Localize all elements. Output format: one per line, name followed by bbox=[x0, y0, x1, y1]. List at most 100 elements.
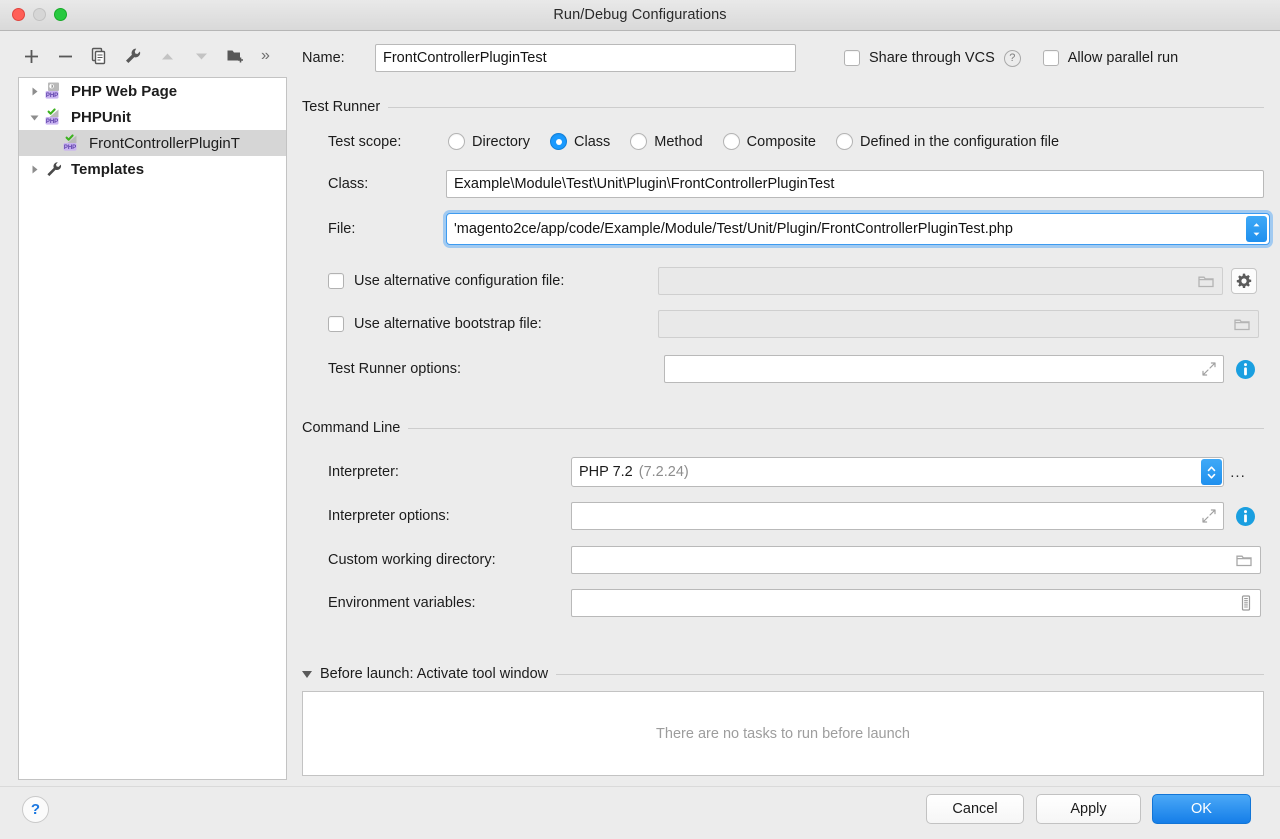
tree-item-label: PHPUnit bbox=[71, 109, 131, 126]
window-title: Run/Debug Configurations bbox=[0, 7, 1280, 23]
alt-config-row: Use alternative configuration file: bbox=[328, 267, 1278, 295]
test-runner-options-input[interactable] bbox=[664, 355, 1224, 383]
test-runner-options-row: Test Runner options: bbox=[328, 355, 1278, 383]
interpreter-options-input[interactable] bbox=[571, 502, 1224, 530]
radio-test-scope-class[interactable]: Class bbox=[550, 133, 610, 150]
interpreter-stepper-button[interactable] bbox=[1201, 459, 1222, 485]
test-runner-options-label: Test Runner options: bbox=[328, 361, 664, 377]
file-row: File: 'magento2ce/app/code/Example/Modul… bbox=[328, 213, 1278, 245]
name-label: Name: bbox=[302, 50, 375, 66]
chevron-down-icon[interactable] bbox=[302, 671, 312, 678]
copy-configuration-button[interactable] bbox=[82, 41, 116, 71]
radio-label: Composite bbox=[747, 134, 816, 150]
radio-button[interactable] bbox=[723, 133, 740, 150]
chevron-down-icon[interactable] bbox=[25, 108, 43, 126]
expand-editor-icon[interactable] bbox=[1202, 362, 1216, 376]
chevron-right-icon[interactable] bbox=[25, 82, 43, 100]
environment-list-icon[interactable] bbox=[1239, 595, 1253, 611]
radio-button[interactable] bbox=[550, 133, 567, 150]
chevron-right-icon[interactable] bbox=[25, 160, 43, 178]
test-scope-row: Test scope: Directory Class Method Compo… bbox=[328, 133, 1278, 150]
radio-test-scope-composite[interactable]: Composite bbox=[723, 133, 816, 150]
before-launch-header[interactable]: Before launch: Activate tool window bbox=[302, 666, 1264, 682]
test-scope-label: Test scope: bbox=[328, 134, 448, 150]
add-configuration-button[interactable] bbox=[14, 41, 48, 71]
tree-item-templates[interactable]: Templates bbox=[19, 156, 286, 182]
svg-text:PHP: PHP bbox=[46, 93, 58, 99]
interpreter-options-row: Interpreter options: bbox=[328, 502, 1278, 530]
minimize-button[interactable] bbox=[33, 8, 46, 21]
svg-text:PHP: PHP bbox=[64, 145, 76, 151]
file-stepper-button[interactable] bbox=[1246, 216, 1267, 242]
interpreter-options-label: Interpreter options: bbox=[328, 508, 571, 524]
class-input[interactable]: Example\Module\Test\Unit\Plugin\FrontCon… bbox=[446, 170, 1264, 198]
alt-config-input[interactable] bbox=[658, 267, 1223, 295]
move-up-button[interactable] bbox=[150, 41, 184, 71]
environment-variables-input[interactable] bbox=[571, 589, 1261, 617]
interpreter-browse-button[interactable]: ... bbox=[1224, 459, 1252, 485]
wrench-icon[interactable] bbox=[116, 41, 150, 71]
alt-bootstrap-checkbox[interactable] bbox=[328, 316, 344, 332]
remove-configuration-button[interactable] bbox=[48, 41, 82, 71]
radio-test-scope-defined-in-config[interactable]: Defined in the configuration file bbox=[836, 133, 1059, 150]
phpunit-icon: PHP bbox=[63, 134, 83, 152]
test-runner-options-info-button[interactable] bbox=[1231, 355, 1259, 383]
radio-label: Method bbox=[654, 134, 702, 150]
allow-parallel-run-label: Allow parallel run bbox=[1068, 50, 1178, 66]
file-input[interactable]: 'magento2ce/app/code/Example/Module/Test… bbox=[449, 221, 1246, 237]
radio-test-scope-directory[interactable]: Directory bbox=[448, 133, 530, 150]
svg-text:PHP: PHP bbox=[46, 119, 58, 125]
new-folder-button[interactable] bbox=[218, 41, 252, 71]
interpreter-value: PHP 7.2 bbox=[579, 464, 633, 480]
command-line-group-title: Command Line bbox=[302, 420, 400, 436]
interpreter-select[interactable]: PHP 7.2 (7.2.24) bbox=[571, 457, 1224, 487]
interpreter-options-info-button[interactable] bbox=[1231, 502, 1259, 530]
command-line-group-header: Command Line bbox=[302, 420, 1264, 436]
close-button[interactable] bbox=[12, 8, 25, 21]
name-input[interactable]: FrontControllerPluginTest bbox=[375, 44, 796, 72]
share-vcs-label: Share through VCS bbox=[869, 50, 995, 66]
share-vcs-help-icon[interactable]: ? bbox=[1004, 50, 1021, 67]
alt-bootstrap-input[interactable] bbox=[658, 310, 1259, 338]
alt-config-label: Use alternative configuration file: bbox=[354, 273, 564, 289]
configurations-tree[interactable]: PHP PHP Web Page PHP PHPUnit PHP bbox=[18, 77, 287, 780]
working-directory-label: Custom working directory: bbox=[328, 552, 571, 568]
alt-config-checkbox[interactable] bbox=[328, 273, 344, 289]
radio-button[interactable] bbox=[836, 133, 853, 150]
working-directory-row: Custom working directory: bbox=[328, 546, 1278, 574]
help-button[interactable]: ? bbox=[22, 796, 49, 823]
expand-editor-icon[interactable] bbox=[1202, 509, 1216, 523]
tree-item-php-web-page[interactable]: PHP PHP Web Page bbox=[19, 78, 286, 104]
class-label: Class: bbox=[328, 176, 446, 192]
before-launch-task-list[interactable]: There are no tasks to run before launch bbox=[302, 691, 1264, 776]
gear-icon bbox=[1236, 273, 1252, 289]
browse-folder-icon[interactable] bbox=[1234, 317, 1251, 332]
zoom-button[interactable] bbox=[54, 8, 67, 21]
radio-label: Defined in the configuration file bbox=[860, 134, 1059, 150]
browse-folder-icon[interactable] bbox=[1198, 274, 1215, 289]
overflow-button[interactable]: » bbox=[252, 47, 278, 65]
environment-variables-label: Environment variables: bbox=[328, 595, 571, 611]
allow-parallel-run-checkbox[interactable] bbox=[1043, 50, 1059, 66]
alt-bootstrap-row: Use alternative bootstrap file: bbox=[328, 310, 1278, 338]
working-directory-input[interactable] bbox=[571, 546, 1261, 574]
cancel-button[interactable]: Cancel bbox=[926, 794, 1024, 824]
radio-label: Class bbox=[574, 134, 610, 150]
apply-button[interactable]: Apply bbox=[1036, 794, 1141, 824]
tree-item-phpunit[interactable]: PHP PHPUnit bbox=[19, 104, 286, 130]
browse-folder-icon[interactable] bbox=[1236, 553, 1253, 568]
file-input-wrapper[interactable]: 'magento2ce/app/code/Example/Module/Test… bbox=[446, 213, 1270, 245]
tree-item-label: Templates bbox=[71, 161, 144, 178]
test-runner-group-header: Test Runner bbox=[302, 99, 1264, 115]
configuration-settings-button[interactable] bbox=[1231, 268, 1257, 294]
radio-button[interactable] bbox=[630, 133, 647, 150]
ok-button[interactable]: OK bbox=[1152, 794, 1251, 824]
move-down-button[interactable] bbox=[184, 41, 218, 71]
radio-button[interactable] bbox=[448, 133, 465, 150]
alt-bootstrap-label: Use alternative bootstrap file: bbox=[354, 316, 542, 332]
tree-item-frontcontrollerplugintest[interactable]: PHP FrontControllerPluginT bbox=[19, 130, 286, 156]
share-vcs-checkbox[interactable] bbox=[844, 50, 860, 66]
php-web-page-icon: PHP bbox=[45, 82, 65, 100]
window-titlebar: Run/Debug Configurations bbox=[0, 0, 1280, 31]
radio-test-scope-method[interactable]: Method bbox=[630, 133, 702, 150]
